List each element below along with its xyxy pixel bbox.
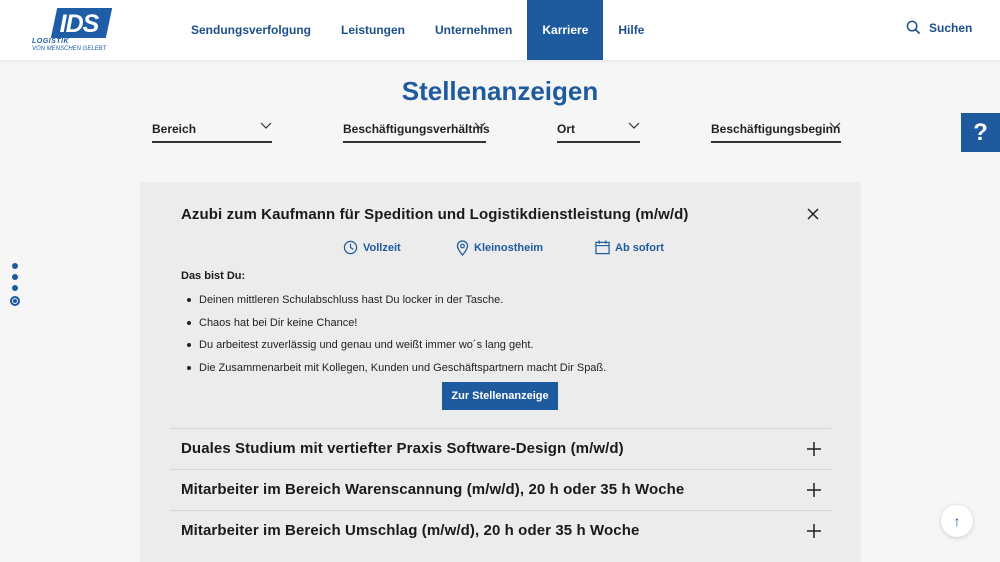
plus-icon[interactable] — [807, 524, 821, 538]
section-dot-active[interactable] — [10, 296, 20, 306]
chevron-down-icon — [474, 122, 486, 129]
section-dot[interactable] — [12, 285, 18, 291]
arrow-up-icon: ↑ — [953, 513, 961, 529]
employment-label: Vollzeit — [363, 241, 401, 254]
nav-item-unternehmen[interactable]: Unternehmen — [420, 0, 527, 60]
question-mark-icon: ? — [973, 119, 988, 146]
job-title: Mitarbeiter im Bereich Umschlag (m/w/d),… — [181, 522, 640, 539]
job-title: Mitarbeiter im Bereich Warenscannung (m/… — [181, 481, 685, 498]
filter-label: Beschäftigungsbeginn — [711, 122, 841, 136]
job-start: Ab sofort — [595, 240, 664, 255]
list-item: Chaos hat bei Dir keine Chance! — [186, 315, 606, 338]
search-button[interactable]: Suchen — [906, 20, 972, 35]
filter-beschaeftigungsverhaeltnis[interactable]: Beschäftigungsverhältnis — [343, 116, 490, 143]
chevron-down-icon — [260, 122, 272, 129]
list-item: Du arbeitest zuverlässig und genau und w… — [186, 337, 606, 360]
page-title: Stellenanzeigen — [401, 76, 599, 106]
section-pagination — [10, 263, 20, 311]
scroll-to-top-button[interactable]: ↑ — [941, 505, 973, 537]
filter-ort[interactable]: Ort — [557, 116, 640, 143]
job-accordion-open: Azubi zum Kaufmann für Spedition und Log… — [140, 182, 861, 428]
list-item: Deinen mittleren Schulabschluss hast Du … — [186, 292, 606, 315]
nav-item-leistungen[interactable]: Leistungen — [326, 0, 420, 60]
logo-text: IDS — [59, 10, 99, 38]
filter-label: Bereich — [152, 122, 197, 136]
help-tab-button[interactable]: ? — [961, 113, 1000, 152]
filter-beschaeftigungsbeginn[interactable]: Beschäftigungsbeginn — [711, 116, 841, 143]
list-item: Die Zusammenarbeit mit Kollegen, Kunden … — [186, 360, 606, 383]
start-label: Ab sofort — [615, 241, 664, 254]
nav-item-sendungsverfolgung[interactable]: Sendungsverfolgung — [176, 0, 326, 60]
profile-heading: Das bist Du: — [181, 270, 246, 282]
job-accordion-row[interactable]: Mitarbeiter im Bereich Umschlag (m/w/d),… — [170, 510, 831, 552]
site-header: IDS LOGISTIK VON MENSCHEN GELEBT Sendung… — [0, 0, 1000, 60]
job-title: Duales Studium mit vertiefter Praxis Sof… — [181, 440, 624, 457]
plus-icon[interactable] — [807, 442, 821, 456]
chevron-down-icon — [628, 122, 640, 129]
section-dot[interactable] — [12, 274, 18, 280]
filter-label: Beschäftigungsverhältnis — [343, 122, 490, 136]
filter-bereich[interactable]: Bereich — [152, 116, 272, 143]
nav-item-hilfe[interactable]: Hilfe — [603, 0, 659, 60]
plus-icon[interactable] — [807, 483, 821, 497]
search-label: Suchen — [929, 20, 973, 35]
close-icon[interactable] — [807, 208, 819, 220]
job-details-button[interactable]: Zur Stellenanzeige — [442, 382, 558, 410]
section-dot[interactable] — [12, 263, 18, 269]
job-accordion-row[interactable]: Duales Studium mit vertiefter Praxis Sof… — [170, 428, 831, 470]
job-accordion-row[interactable]: Mitarbeiter im Bereich Warenscannung (m/… — [170, 469, 831, 511]
requirements-list: Deinen mittleren Schulabschluss hast Du … — [186, 292, 606, 383]
logo-sub2: VON MENSCHEN GELEBT — [32, 46, 107, 52]
ids-logo[interactable]: IDS LOGISTIK VON MENSCHEN GELEBT — [32, 8, 113, 54]
location-label: Kleinostheim — [474, 242, 544, 254]
logo-mark: IDS — [50, 8, 113, 38]
clock-icon — [343, 240, 358, 255]
location-pin-icon — [456, 240, 469, 256]
job-title[interactable]: Azubi zum Kaufmann für Spedition und Log… — [181, 206, 689, 223]
calendar-icon — [595, 240, 610, 255]
filter-label: Ort — [557, 122, 575, 136]
main-nav: Sendungsverfolgung Leistungen Unternehme… — [176, 0, 659, 60]
job-listings: Azubi zum Kaufmann für Spedition und Log… — [140, 182, 861, 562]
nav-item-karriere[interactable]: Karriere — [527, 0, 604, 60]
logo-sub1: LOGISTIK — [32, 38, 70, 45]
job-location: Kleinostheim — [456, 240, 543, 256]
search-icon — [906, 20, 921, 35]
job-employment: Vollzeit — [343, 240, 401, 255]
chevron-down-icon — [829, 122, 841, 129]
